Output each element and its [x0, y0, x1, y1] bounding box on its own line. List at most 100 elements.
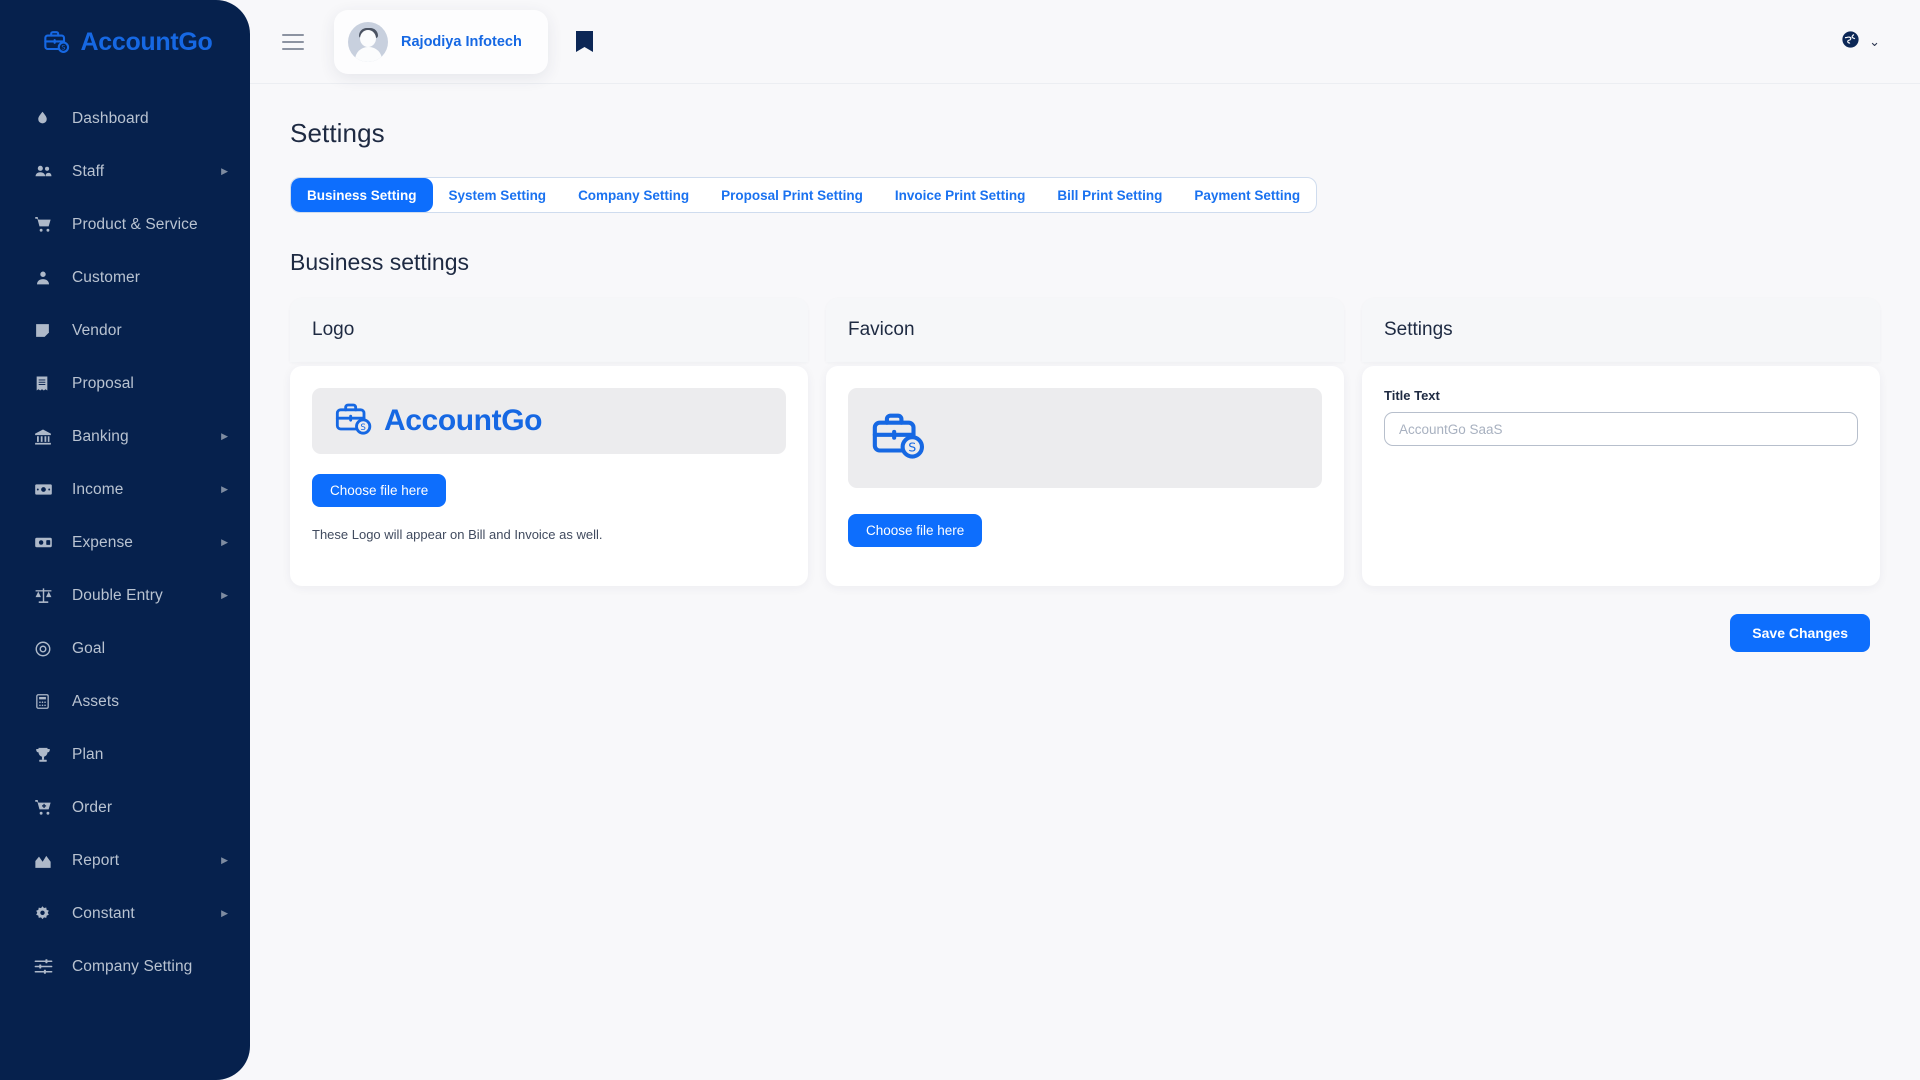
sidebar-item-label: Report [72, 851, 120, 869]
main-area: Rajodiya Infotech ⌄ Settings Business Se… [250, 0, 1920, 1080]
sidebar-item-label: Constant [72, 904, 135, 922]
sliders-icon [34, 958, 60, 975]
favicon-card-body: S Choose file here [826, 366, 1344, 586]
logo-choose-file-button[interactable]: Choose file here [312, 474, 447, 507]
chevron-right-icon: ▶ [221, 855, 228, 865]
sidebar-item-double-entry[interactable]: Double Entry ▶ [0, 569, 250, 622]
favicon-card: Favicon S Choose file here [826, 298, 1344, 586]
sidebar-item-staff[interactable]: Staff ▶ [0, 145, 250, 198]
cart-icon [34, 215, 60, 234]
globe-icon [1841, 30, 1860, 54]
logo-card: Logo S AccountGo Choose file here These … [290, 298, 808, 586]
settings-card: Settings Title Text [1362, 298, 1880, 586]
chevron-right-icon: ▶ [221, 484, 228, 494]
sidebar-item-vendor[interactable]: Vendor [0, 304, 250, 357]
sidebar-item-assets[interactable]: Assets [0, 675, 250, 728]
sidebar-item-product-service[interactable]: Product & Service [0, 198, 250, 251]
sidebar-item-label: Proposal [72, 374, 134, 392]
gear-icon [34, 905, 60, 922]
sidebar-item-label: Double Entry [72, 586, 163, 604]
sidebar-item-label: Dashboard [72, 109, 149, 127]
sidebar-item-label: Banking [72, 427, 129, 445]
sidebar-item-constant[interactable]: Constant ▶ [0, 887, 250, 940]
title-text-label: Title Text [1384, 388, 1440, 403]
language-selector[interactable]: ⌄ [1841, 30, 1880, 54]
receipt-icon [34, 375, 60, 392]
tab-invoice-print-setting[interactable]: Invoice Print Setting [879, 178, 1042, 212]
title-text-input[interactable] [1384, 412, 1858, 446]
company-name: Rajodiya Infotech [401, 33, 522, 50]
sidebar-item-label: Order [72, 798, 113, 816]
save-row: Save Changes [290, 614, 1880, 652]
scales-icon [34, 586, 60, 605]
settings-card-body: Title Text [1362, 366, 1880, 586]
users-icon [34, 162, 60, 181]
sidebar-item-income[interactable]: Income ▶ [0, 463, 250, 516]
target-icon [34, 640, 60, 658]
sidebar-item-label: Goal [72, 639, 106, 657]
sidebar-item-company-setting[interactable]: Company Setting [0, 940, 250, 993]
brand-name: AccountGo [80, 27, 213, 56]
sidebar-item-proposal[interactable]: Proposal [0, 357, 250, 410]
brand-logo[interactable]: S AccountGo [0, 0, 250, 84]
company-switcher[interactable]: Rajodiya Infotech [334, 9, 548, 74]
favicon-card-title: Favicon [848, 319, 915, 340]
sidebar: S AccountGo Dashboard Staff ▶ Product & … [0, 0, 250, 1080]
section-title: Business settings [290, 249, 469, 275]
sidebar-item-label: Product & Service [72, 215, 198, 233]
sidebar-item-order[interactable]: Order [0, 781, 250, 834]
sidebar-item-plan[interactable]: Plan [0, 728, 250, 781]
droplet-icon [34, 110, 60, 127]
chevron-right-icon: ▶ [221, 431, 228, 441]
favicon-choose-file-button[interactable]: Choose file here [848, 514, 983, 547]
favicon-card-header: Favicon [826, 298, 1344, 362]
bank-icon [34, 428, 60, 446]
sidebar-item-banking[interactable]: Banking ▶ [0, 410, 250, 463]
logo-card-title: Logo [312, 319, 355, 340]
sidebar-item-expense[interactable]: Expense ▶ [0, 516, 250, 569]
sidebar-item-label: Assets [72, 692, 120, 710]
sidebar-item-label: Plan [72, 745, 104, 763]
tab-business-setting[interactable]: Business Setting [291, 178, 433, 212]
chevron-right-icon: ▶ [221, 537, 228, 547]
logo-card-header: Logo [290, 298, 808, 362]
topbar: Rajodiya Infotech ⌄ [250, 0, 1920, 84]
page-content: Settings Business Setting System Setting… [250, 84, 1920, 1080]
settings-card-title: Settings [1384, 319, 1453, 340]
calculator-icon [34, 693, 60, 710]
sidebar-item-dashboard[interactable]: Dashboard [0, 92, 250, 145]
briefcase-dollar-icon: S [334, 399, 374, 444]
logo-preview-text: AccountGo [384, 404, 543, 437]
chevron-down-icon: ⌄ [1869, 34, 1880, 49]
sidebar-item-report[interactable]: Report ▶ [0, 834, 250, 887]
settings-card-header: Settings [1362, 298, 1880, 362]
save-changes-button[interactable]: Save Changes [1730, 614, 1870, 652]
tab-company-setting[interactable]: Company Setting [562, 178, 705, 212]
bookmark-icon[interactable] [575, 30, 593, 53]
chevron-right-icon: ▶ [221, 166, 228, 176]
logo-card-body: S AccountGo Choose file here These Logo … [290, 366, 808, 586]
sidebar-item-customer[interactable]: Customer [0, 251, 250, 304]
tab-payment-setting[interactable]: Payment Setting [1178, 178, 1316, 212]
tab-system-setting[interactable]: System Setting [433, 178, 563, 212]
sidebar-item-goal[interactable]: Goal [0, 622, 250, 675]
sidebar-item-label: Company Setting [72, 957, 193, 975]
briefcase-dollar-icon: S [870, 407, 928, 470]
chevron-right-icon: ▶ [221, 590, 228, 600]
page-title: Settings [290, 118, 385, 148]
sidebar-item-label: Vendor [72, 321, 122, 339]
trophy-icon [34, 746, 60, 764]
hamburger-icon[interactable] [282, 29, 308, 55]
tab-proposal-print-setting[interactable]: Proposal Print Setting [705, 178, 879, 212]
tab-bill-print-setting[interactable]: Bill Print Setting [1041, 178, 1178, 212]
svg-text:S: S [908, 439, 916, 454]
user-avatar [348, 21, 388, 62]
settings-cards: Logo S AccountGo Choose file here These … [290, 298, 1880, 586]
bar-chart-icon [34, 853, 60, 869]
sidebar-item-label: Income [72, 480, 124, 498]
sidebar-item-label: Customer [72, 268, 140, 286]
chevron-right-icon: ▶ [221, 908, 228, 918]
svg-text:S: S [62, 45, 66, 52]
note-icon [34, 322, 60, 339]
cart-plus-icon [34, 798, 60, 817]
